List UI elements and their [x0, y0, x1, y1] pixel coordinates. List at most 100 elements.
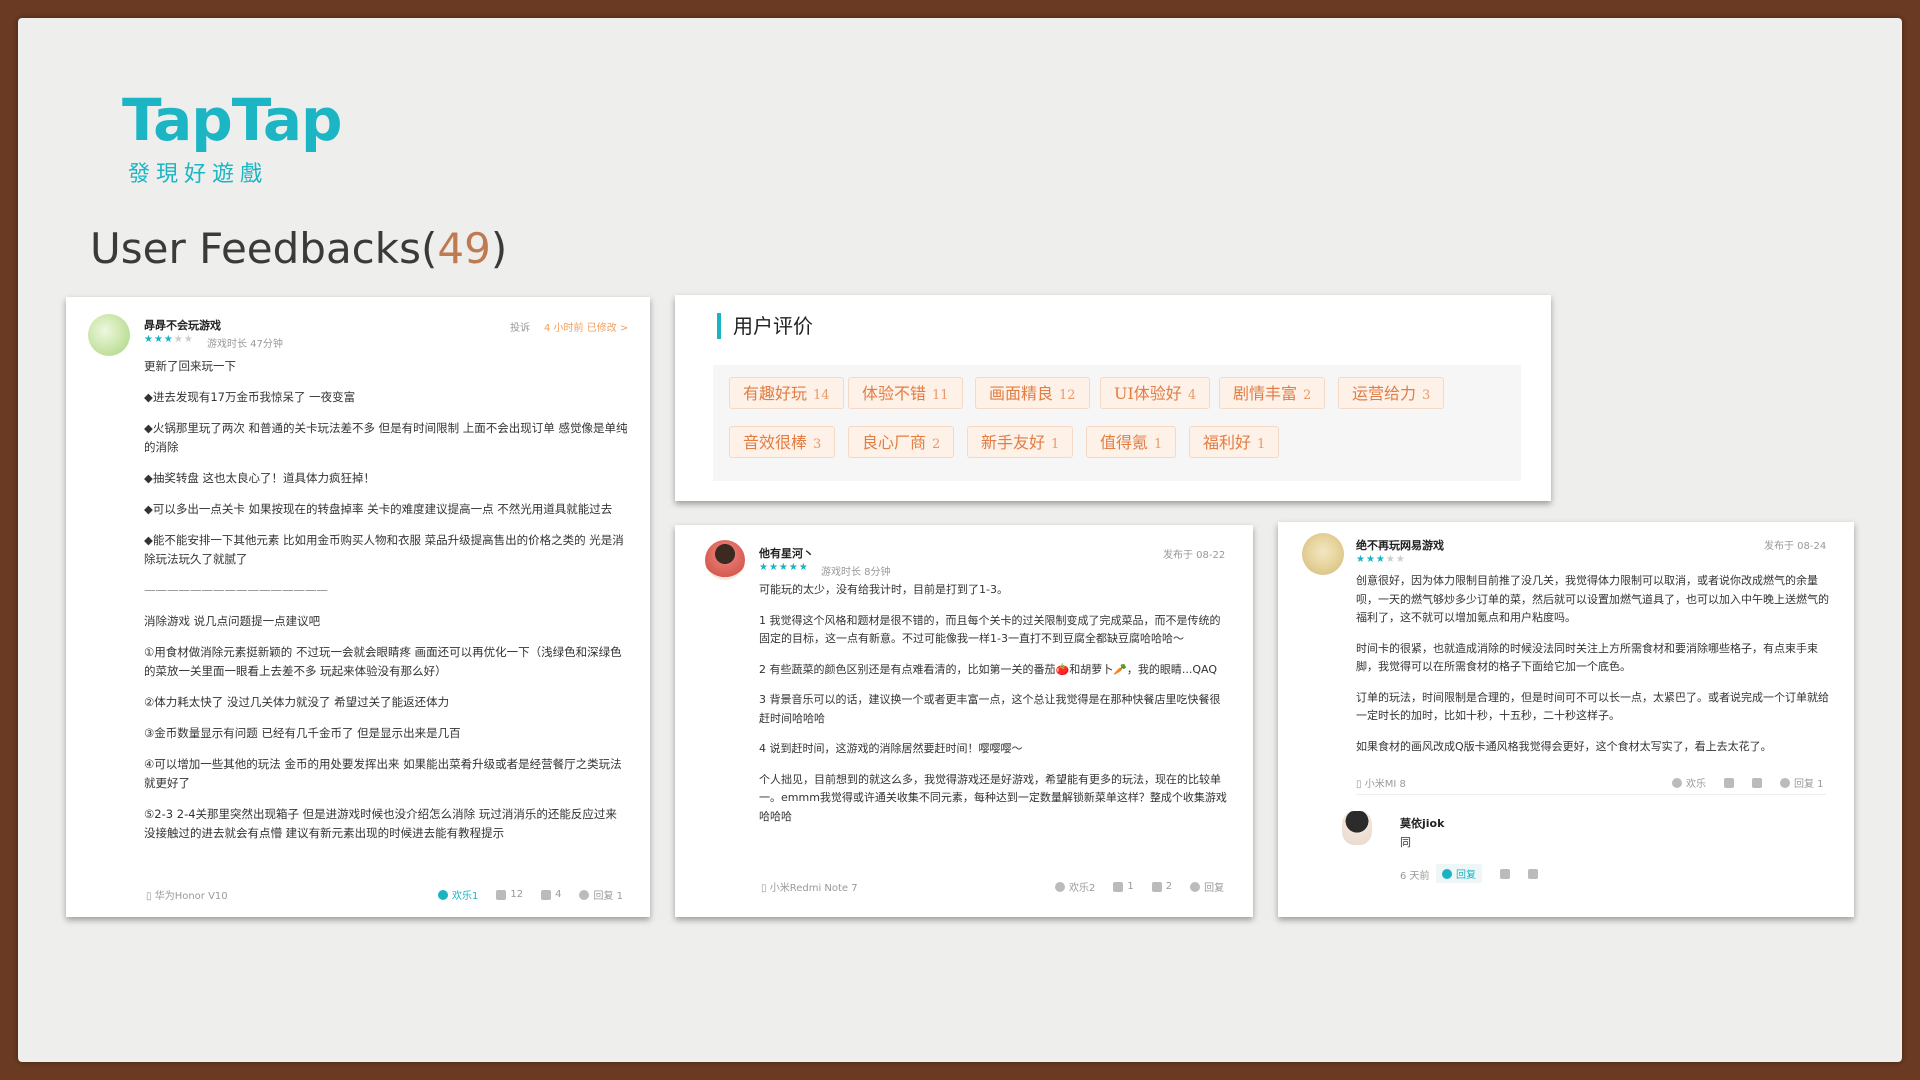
report-link[interactable]: 投诉: [510, 319, 530, 334]
page-title: User Feedbacks(49): [90, 224, 507, 273]
reply-reply-button[interactable]: 回复: [1436, 864, 1482, 883]
like-button[interactable]: [1724, 777, 1734, 788]
review-paragraph: ◆能不能安排一下其他元素 比如用金币购买人物和衣服 菜品升级提高售出的价格之类的…: [144, 533, 624, 566]
playtime: 游戏时长 47分钟: [207, 339, 283, 350]
fun-count: 欢乐2: [1069, 883, 1096, 894]
thumbs-up-icon: [1113, 881, 1124, 892]
fun-icon: [1672, 777, 1682, 788]
review-body: 创意很好，因为体力限制目前推了没几关，我觉得体力限制可以取消，或者说你改成燃气的…: [1356, 572, 1830, 768]
thumbs-up-icon: [1500, 868, 1510, 879]
tags-title: 用户评价: [717, 313, 813, 339]
reply-count: 回复 1: [593, 891, 624, 902]
tag-chip[interactable]: 良心厂商 2: [848, 426, 955, 458]
like-count: 1: [1127, 881, 1134, 892]
rating-stars: ★★★★★: [144, 334, 194, 345]
review-paragraph: 订单的玩法，时间限制是合理的，但是时间可不可以长一点，太紧巴了。或者说完成一个订…: [1356, 690, 1829, 723]
tag-chip[interactable]: UI体验好 4: [1100, 377, 1211, 409]
like-button[interactable]: 12: [496, 889, 523, 900]
review-body: 可能玩的太少，没有给我计时，目前是打到了1-3。 1 我觉得这个风格和题材是很不…: [759, 581, 1229, 838]
review-paragraph: 4 说到赶时间，这游戏的消除居然要赶时间！嘤嘤嘤～: [759, 742, 1023, 755]
divider-line: ————————————————: [144, 583, 328, 597]
logo-slogan: 發現好遊戲: [128, 162, 269, 187]
tag-chip[interactable]: 运营给力 3: [1338, 377, 1445, 409]
reply-text: 同: [1400, 836, 1411, 849]
review-paragraph: 消除游戏 说几点问题提一点建议吧: [144, 614, 321, 628]
thumbs-up-icon: [496, 889, 507, 900]
fun-icon: [1055, 881, 1065, 892]
review-actions: 欢乐1 12 4 回复 1: [438, 887, 623, 902]
dislike-button[interactable]: 2: [1151, 881, 1172, 892]
review-time: 发布于 08-22: [1163, 550, 1226, 561]
device-label: ▯ 小米MI 8: [1356, 775, 1406, 790]
tag-chip[interactable]: 有趣好玩 14: [729, 377, 844, 409]
review-paragraph: ②体力耗太快了 没过几关体力就没了 希望过关了能返还体力: [144, 695, 450, 709]
thumbs-down-icon: [541, 889, 552, 900]
thumbs-down-icon: [1151, 881, 1162, 892]
tag-chip[interactable]: 新手友好 1: [967, 426, 1074, 458]
device-label: ▯ 华为Honor V10: [146, 887, 228, 902]
dislike-count: 4: [555, 889, 562, 900]
avatar: [1302, 533, 1344, 575]
user-ratings-card: 用户评价 有趣好玩 14 体验不错 11 画面精良 12 UI体验好 4 剧情丰富 2 运…: [675, 295, 1551, 501]
title-text: User Feedbacks(: [90, 224, 438, 273]
like-button[interactable]: [1500, 868, 1510, 879]
comment-icon: [1442, 868, 1452, 879]
phone-icon: ▯: [146, 891, 152, 902]
rating-stars: ★★★★★: [1356, 554, 1406, 565]
dislike-button[interactable]: [1752, 777, 1762, 788]
tag-chip[interactable]: 音效很棒 3: [729, 426, 836, 458]
phone-icon: ▯: [761, 883, 767, 894]
reply-reply-label: 回复: [1456, 870, 1476, 881]
like-count: 12: [510, 889, 524, 900]
review-username[interactable]: 绝不再玩网易游戏: [1356, 537, 1444, 553]
tag-chip[interactable]: 画面精良 12: [975, 377, 1090, 409]
reply-actions: 回复: [1436, 864, 1538, 883]
tags-box: 有趣好玩 14 体验不错 11 画面精良 12 UI体验好 4 剧情丰富 2 运营给力 3 …: [713, 365, 1521, 481]
fun-button[interactable]: 欢乐: [1672, 775, 1706, 790]
review-paragraph: 创意很好，因为体力限制目前推了没几关，我觉得体力限制可以取消，或者说你改成燃气的…: [1356, 574, 1829, 624]
tag-chip[interactable]: 福利好 1: [1189, 426, 1280, 458]
avatar: [1342, 811, 1372, 845]
review-paragraph: ③金币数量显示有问题 已经有几千金币了 但是显示出来是几百: [144, 726, 461, 740]
tag-chip[interactable]: 剧情丰富 2: [1219, 377, 1326, 409]
avatar: [705, 540, 745, 580]
comment-icon: [579, 889, 590, 900]
avatar: [88, 314, 130, 356]
review-body: 更新了回来玩一下 ◆进去发现有17万金币我惊呆了 一夜变富 ◆火锅那里玩了两次 …: [144, 357, 628, 855]
tag-chip[interactable]: 体验不错 11: [848, 377, 963, 409]
rating-stars: ★★★★★: [759, 562, 809, 573]
review-paragraph: 更新了回来玩一下: [144, 359, 236, 373]
dislike-button[interactable]: 4: [541, 889, 561, 900]
reply-count: 回复 1: [1794, 779, 1824, 790]
fun-button[interactable]: 欢乐1: [438, 887, 478, 902]
comment-icon: [1190, 881, 1201, 892]
like-button[interactable]: 1: [1113, 881, 1134, 892]
review-paragraph: ①用食材做消除元素挺新颖的 不过玩一会就会眼睛疼 画面还可以再优化一下（浅绿色和…: [144, 645, 622, 678]
review-username[interactable]: 他有星河丶: [759, 545, 814, 561]
review-username[interactable]: 冔冔不会玩游戏: [144, 317, 221, 333]
review-time[interactable]: 4 小时前 已修改 >: [544, 319, 628, 334]
reply-button[interactable]: 回复: [1190, 879, 1224, 894]
reply-username[interactable]: 莫依jiok: [1400, 815, 1444, 831]
reply-button[interactable]: 回复 1: [579, 887, 623, 902]
tag-chip[interactable]: 值得氪 1: [1086, 426, 1177, 458]
review-paragraph: 可能玩的太少，没有给我计时，目前是打到了1-3。: [759, 583, 1008, 596]
review-time: 发布于 08-24: [1764, 541, 1827, 552]
fun-button[interactable]: 欢乐2: [1055, 879, 1095, 894]
review-paragraph: ◆火锅那里玩了两次 和普通的关卡玩法差不多 但是有时间限制 上面不会出现订单 感…: [144, 421, 628, 454]
taptap-logo: TapTap 發現好遊戲: [122, 88, 342, 188]
fun-count: 欢乐1: [452, 891, 479, 902]
phone-icon: ▯: [1356, 779, 1362, 790]
comment-icon: [1780, 777, 1790, 788]
device-label: ▯ 小米Redmi Note 7: [761, 879, 858, 894]
playtime: 游戏时长 8分钟: [821, 567, 891, 578]
thumbs-up-icon: [1724, 777, 1734, 788]
dislike-button[interactable]: [1528, 868, 1538, 879]
thumbs-down-icon: [1752, 777, 1762, 788]
review-card-2: 他有星河丶 ★★★★★ 游戏时长 8分钟 发布于 08-22 可能玩的太少，没有…: [675, 525, 1253, 917]
review-actions: 欢乐 回复 1: [1672, 775, 1824, 790]
review-paragraph: ⑤2-3 2-4关那里突然出现箱子 但是进游戏时候也没介绍怎么消除 玩过消消乐的…: [144, 807, 617, 840]
review-card-3: 绝不再玩网易游戏 ★★★★★ 发布于 08-24 创意很好，因为体力限制目前推了…: [1278, 522, 1854, 917]
review-paragraph: ◆可以多出一点关卡 如果按现在的转盘掉率 关卡的难度建议提高一点 不然光用道具就…: [144, 502, 613, 516]
reply-button[interactable]: 回复 1: [1780, 775, 1824, 790]
